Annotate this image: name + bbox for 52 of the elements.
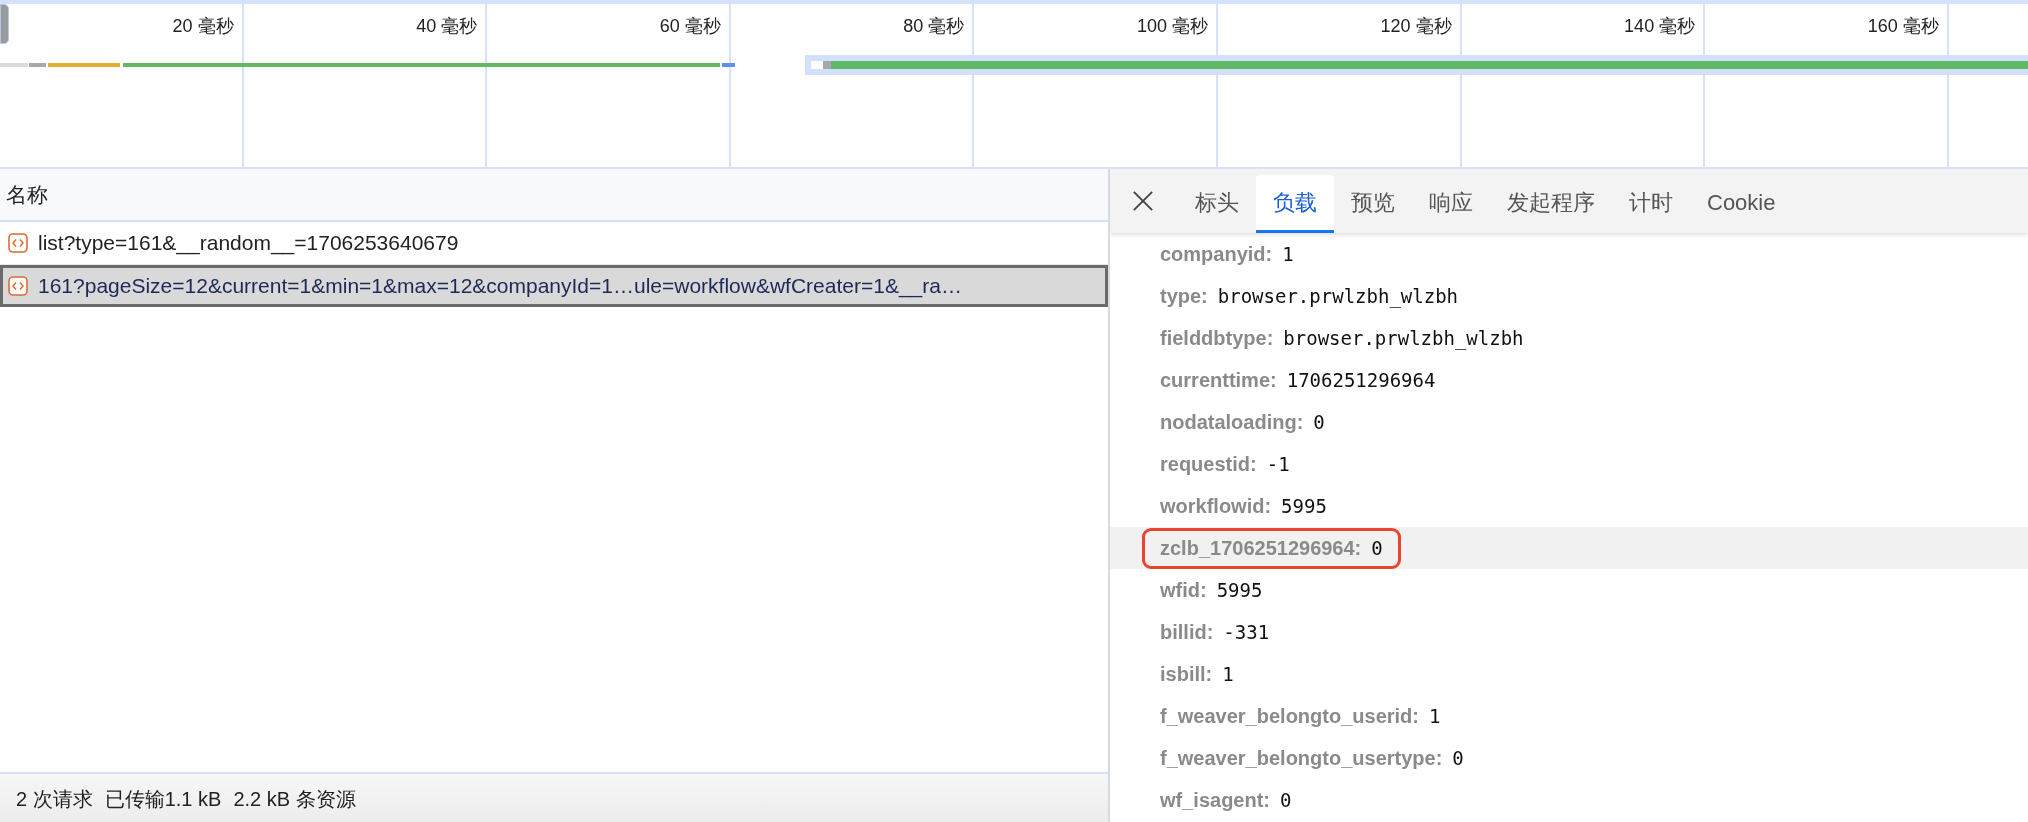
tab[interactable]: 负载 [1256, 175, 1334, 233]
param-value: 0 [1280, 789, 1292, 811]
resize-handle[interactable] [0, 4, 9, 44]
param-value: 1706251296964 [1286, 369, 1436, 391]
status-text: 2.2 kB 条资源 [233, 786, 356, 812]
param-name: billid: [1160, 620, 1214, 644]
tab[interactable]: 计时 [1612, 175, 1690, 233]
time-tick-label: 120 毫秒 [1380, 15, 1452, 38]
time-tick-label: 80 毫秒 [903, 15, 965, 38]
param-name: isbill: [1160, 662, 1213, 686]
status-text: 2 次请求 [16, 786, 93, 812]
code-brackets-icon [8, 276, 28, 296]
param-value: 5995 [1216, 579, 1263, 601]
param-value: -1 [1266, 453, 1290, 475]
time-tick-label: 100 毫秒 [1136, 15, 1208, 38]
param-name: fielddbtype: [1160, 326, 1274, 350]
param-value: 0 [1313, 411, 1325, 433]
param-value: 1 [1282, 243, 1294, 265]
param-name: nodataloading: [1160, 410, 1304, 434]
request-row[interactable]: 161?pageSize=12&current=1&min=1&max=12&companyId=1…ule=workflow&wfCreater=1&__ra… [0, 265, 1108, 307]
param-value: 1 [1428, 705, 1441, 727]
param-name: wf_isagent: [1160, 788, 1271, 812]
tab[interactable]: 发起程序 [1490, 175, 1612, 233]
param-value: 0 [1452, 747, 1464, 769]
param-value: 1 [1222, 663, 1234, 685]
param-value: -331 [1223, 621, 1270, 643]
param-name: zclb_1706251296964: [1160, 536, 1362, 560]
tab[interactable]: 响应 [1412, 175, 1490, 233]
param-name: f_weaver_belongto_usertype: [1160, 746, 1443, 770]
param-value: browser.prwlzbh_wlzbh [1217, 285, 1458, 307]
time-tick-label: 160 毫秒 [1867, 15, 1939, 38]
status-text: 已传输1.1 kB [104, 786, 222, 812]
param-value: 0 [1371, 537, 1383, 559]
param-name: type: [1160, 284, 1208, 308]
tab[interactable]: Cookie [1690, 175, 1793, 233]
param-name: requestid: [1160, 452, 1257, 476]
time-tick-label: 60 毫秒 [659, 15, 721, 38]
code-brackets-icon [8, 233, 28, 253]
param-name: companyid: [1160, 242, 1273, 266]
time-tick-label: 20 毫秒 [172, 15, 234, 38]
param-value: browser.prwlzbh_wlzbh [1283, 327, 1524, 349]
tab[interactable]: 标头 [1178, 175, 1256, 233]
param-name: currenttime: [1160, 368, 1277, 392]
close-icon[interactable] [1132, 190, 1154, 212]
column-header[interactable]: 名称 [6, 180, 48, 209]
tab[interactable]: 预览 [1334, 175, 1412, 233]
param-name: f_weaver_belongto_userid: [1160, 704, 1419, 728]
time-tick-label: 140 毫秒 [1624, 15, 1696, 38]
param-value: 5995 [1281, 495, 1327, 517]
time-tick-label: 40 毫秒 [416, 15, 478, 38]
param-name: wfid: [1160, 578, 1207, 602]
param-name: workflowid: [1160, 494, 1272, 518]
